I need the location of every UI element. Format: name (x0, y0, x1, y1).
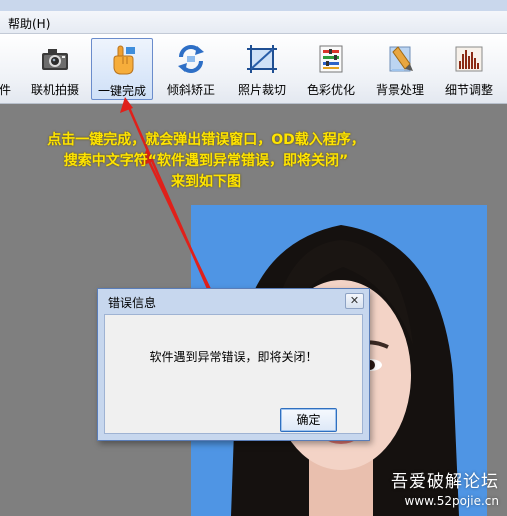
dialog-message: 软件遇到异常错误，即将关闭！ (149, 350, 318, 364)
dialog-ok-button[interactable]: 确定 (280, 408, 337, 432)
dialog-body: 软件遇到异常错误，即将关闭！ 确定 (104, 314, 363, 434)
annotation-line-3: 来到如下图 (171, 174, 241, 190)
watermark: 吾爱破解论坛 www.52pojie.cn (391, 467, 499, 508)
dialog-title: 错误信息 (108, 296, 157, 310)
annotation-text: 点击一键完成，就会弹出错误窗口，OD载入程序， 搜索中文字符“软件遇到异常错误，… (6, 130, 406, 193)
annotation-line-1: 点击一键完成，就会弹出错误窗口，OD载入程序， (47, 132, 365, 148)
annotation-line-2: 搜索中文字符“软件遇到异常错误，即将关闭” (63, 153, 349, 169)
watermark-url: www.52pojie.cn (404, 494, 499, 508)
dialog-close-button[interactable]: ✕ (345, 293, 364, 309)
error-dialog: 错误信息 ✕ 软件遇到异常错误，即将关闭！ 确定 (97, 288, 370, 441)
watermark-title: 吾爱破解论坛 (391, 472, 499, 492)
